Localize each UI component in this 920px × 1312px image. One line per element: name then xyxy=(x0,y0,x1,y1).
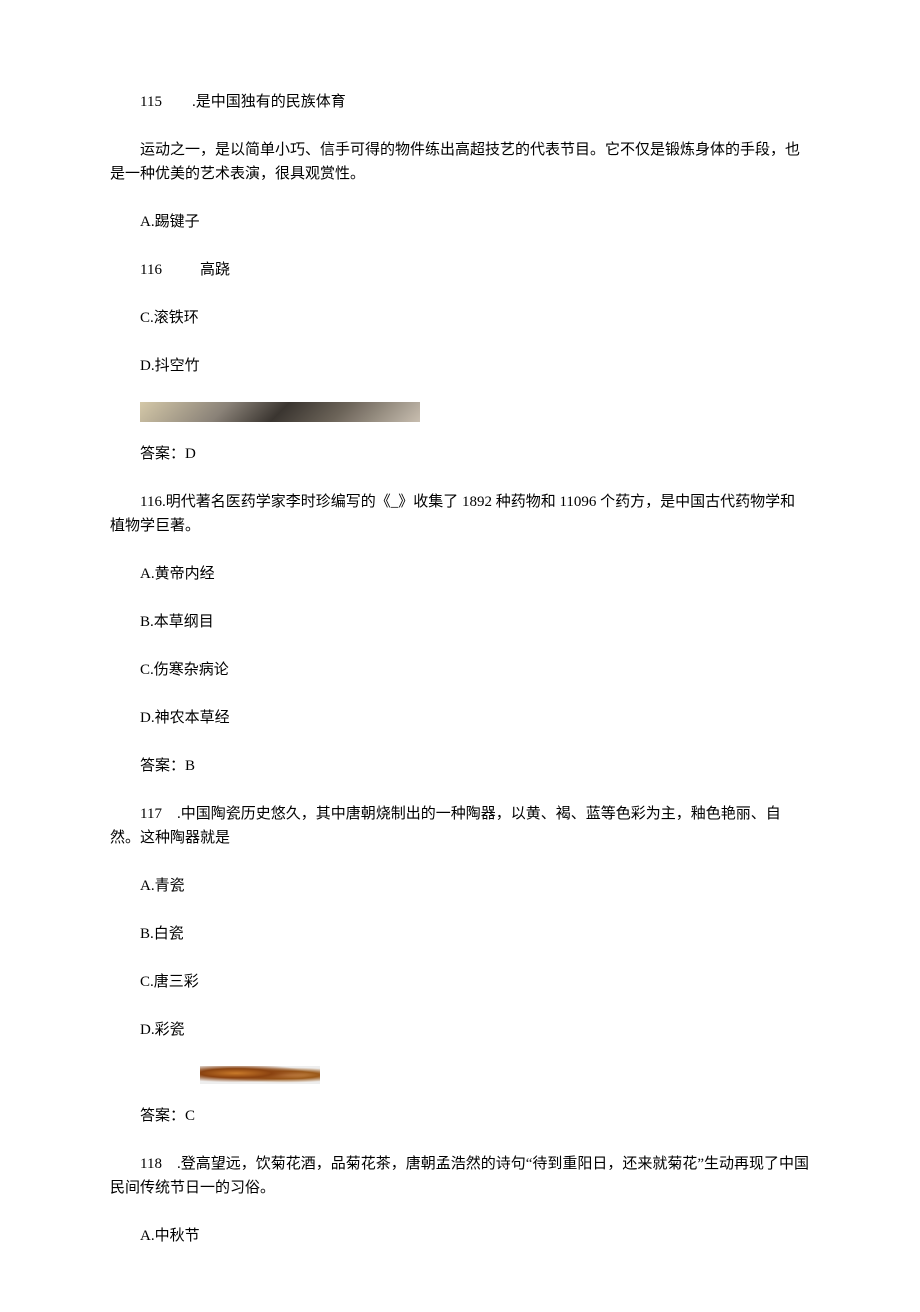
q115-optb-num: 116 xyxy=(140,258,200,282)
q115-option-a: A.踢键子 xyxy=(110,210,810,234)
q115-head: 115 .是中国独有的民族体育 xyxy=(110,90,810,114)
q115-option-c: C.滚铁环 xyxy=(110,306,810,330)
q117-option-d: D.彩瓷 xyxy=(110,1018,810,1042)
q116-answer: 答案：B xyxy=(110,754,810,778)
q115-option-b: 116高跷 xyxy=(110,258,810,282)
q118-option-a: A.中秋节 xyxy=(110,1224,810,1248)
q118-stem: 118 .登高望远，饮菊花酒，品菊花茶，唐朝孟浩然的诗句“待到重阳日，还来就菊花… xyxy=(110,1152,810,1200)
q117-stem: 117 .中国陶瓷历史悠久，其中唐朝烧制出的一种陶器，以黄、褐、蓝等色彩为主，釉… xyxy=(110,802,810,850)
q115-answer: 答案：D xyxy=(110,442,810,466)
q115-option-d: D.抖空竹 xyxy=(110,354,810,378)
q117-option-b: B.白瓷 xyxy=(110,922,810,946)
q117-image xyxy=(200,1066,320,1084)
q117-answer: 答案：C xyxy=(110,1104,810,1128)
q116-option-c: C.伤寒杂病论 xyxy=(110,658,810,682)
q116-option-d: D.神农本草经 xyxy=(110,706,810,730)
q116-option-a: A.黄帝内经 xyxy=(110,562,810,586)
q117-option-c: C.唐三彩 xyxy=(110,970,810,994)
q116-option-b: B.本草纲目 xyxy=(110,610,810,634)
q115-stem-head: .是中国独有的民族体育 xyxy=(192,94,346,110)
q115-number: 115 xyxy=(140,94,162,110)
q115-image xyxy=(140,402,420,422)
q115-optb-text: 高跷 xyxy=(200,262,230,278)
q115-body: 运动之一，是以简单小巧、信手可得的物件练出高超技艺的代表节目。它不仅是锻炼身体的… xyxy=(110,138,810,186)
q117-option-a: A.青瓷 xyxy=(110,874,810,898)
q116-stem: 116.明代著名医药学家李时珍编写的《_》收集了 1892 种药物和 11096… xyxy=(110,490,810,538)
